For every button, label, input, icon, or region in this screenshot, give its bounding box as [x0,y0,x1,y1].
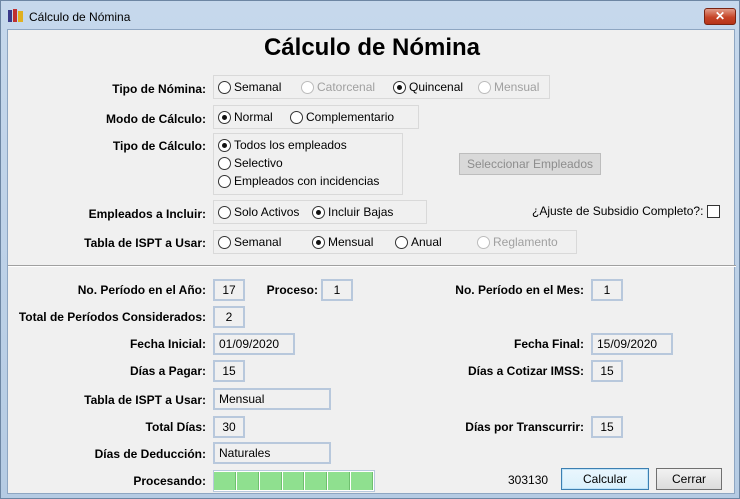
form-body: Cálculo de Nómina Tipo de Nómina: Semana… [7,29,736,494]
fecha-inicial-field[interactable]: 01/09/2020 [213,333,295,355]
ispt-mensual-radio[interactable]: Mensual [312,235,373,249]
ispt-reglamento-radio[interactable]: Reglamento [477,235,558,249]
dias-deduccion-field[interactable]: Naturales [213,442,331,464]
periodo-mes-label: No. Período en el Mes: [455,283,584,297]
app-icon [8,9,23,22]
fecha-final-field[interactable]: 15/09/2020 [591,333,673,355]
tipo-calculo-label: Tipo de Cálculo: [112,139,206,153]
tipo-calculo-group: Todos los empleados Selectivo Empleados … [213,133,403,195]
dias-pagar-field[interactable]: 15 [213,360,245,382]
progress-bar [213,470,375,492]
radio-icon [301,80,314,94]
close-window-button[interactable]: ✕ [704,8,736,25]
radio-icon [218,235,231,249]
tipo-nomina-label: Tipo de Nómina: [112,82,206,96]
radio-checked-icon [218,138,231,152]
calcular-button[interactable]: Calcular [561,468,649,490]
tipo-selectivo-radio[interactable]: Selectivo [218,156,283,170]
solo-activos-radio[interactable]: Solo Activos [218,205,299,219]
progress-segment [236,472,259,490]
periodo-anio-label: No. Período en el Año: [77,283,206,297]
total-periodos-field[interactable]: 2 [213,306,245,328]
dias-transcurrir-field[interactable]: 15 [591,416,623,438]
modo-normal-radio[interactable]: Normal [218,110,273,124]
tabla-ispt-usar-label: Tabla de ISPT a Usar: [84,393,206,407]
radio-icon [290,110,303,124]
tipo-nomina-catorcenal-radio[interactable]: Catorcenal [301,80,375,94]
radio-icon [218,205,231,219]
radio-checked-icon [312,205,325,219]
radio-checked-icon [312,235,325,249]
periodo-anio-field[interactable]: 17 [213,279,245,301]
seleccionar-empleados-button[interactable]: Seleccionar Empleados [459,153,601,175]
progress-segment [328,472,351,490]
modo-complementario-radio[interactable]: Complementario [290,110,394,124]
tabla-ispt-usar-field[interactable]: Mensual [213,388,331,410]
dias-pagar-label: Días a Pagar: [129,364,206,378]
page-title: Cálculo de Nómina [263,34,481,61]
radio-icon [218,174,231,188]
tipo-nomina-quincenal-radio[interactable]: Quincenal [393,80,463,94]
empleados-incluir-label: Empleados a Incluir: [88,207,206,221]
tipo-nomina-semanal-radio[interactable]: Semanal [218,80,281,94]
modo-calculo-group: Normal Complementario [213,105,419,129]
progress-segment [282,472,305,490]
tipo-incidencias-radio[interactable]: Empleados con incidencias [218,174,379,188]
proceso-field[interactable]: 1 [321,279,353,301]
empleados-incluir-group: Solo Activos Incluir Bajas [213,200,427,224]
radio-icon [218,156,231,170]
total-dias-field[interactable]: 30 [213,416,245,438]
radio-icon [395,235,408,249]
cerrar-button[interactable]: Cerrar [656,468,722,490]
tipo-nomina-group: Semanal Catorcenal Quincenal Mensual [213,75,550,99]
procesando-label: Procesando: [133,474,206,488]
radio-icon [478,80,491,94]
ispt-semanal-radio[interactable]: Semanal [218,235,281,249]
dias-imss-field[interactable]: 15 [591,360,623,382]
incluir-bajas-radio[interactable]: Incluir Bajas [312,205,393,219]
total-periodos-label: Total de Períodos Considerados: [18,310,206,324]
tipo-nomina-mensual-radio[interactable]: Mensual [478,80,539,94]
process-counter: 303130 [508,473,549,487]
ajuste-subsidio-checkbox[interactable]: ¿Ajuste de Subsidio Completo?: [532,204,721,218]
tabla-ispt-group: Semanal Mensual Anual Reglamento [213,230,577,254]
ispt-anual-radio[interactable]: Anual [395,235,442,249]
radio-icon [477,235,490,249]
dias-deduccion-label: Días de Deducción: [94,447,206,461]
radio-checked-icon [393,80,406,94]
section-divider [8,265,736,267]
dias-imss-label: Días a Cotizar IMSS: [467,364,584,378]
proceso-label: Proceso: [266,283,318,297]
periodo-mes-field[interactable]: 1 [591,279,623,301]
window-title: Cálculo de Nómina [29,10,131,24]
progress-segment [351,472,374,490]
checkbox-icon [707,204,721,218]
tabla-ispt-label: Tabla de ISPT a Usar: [84,236,206,250]
radio-checked-icon [218,110,231,124]
progress-segment [214,472,236,490]
total-dias-label: Total Días: [145,420,206,434]
radio-icon [218,80,231,94]
tipo-todos-radio[interactable]: Todos los empleados [218,138,347,152]
fecha-final-label: Fecha Final: [513,337,584,351]
progress-segment [259,472,282,490]
modo-calculo-label: Modo de Cálculo: [106,112,206,126]
dias-transcurrir-label: Días por Transcurrir: [465,420,584,434]
main-window: Cálculo de Nómina ✕ Cálculo de Nómina Ti… [0,0,740,499]
title-bar: Cálculo de Nómina ✕ [1,1,739,29]
progress-segment [305,472,328,490]
fecha-inicial-label: Fecha Inicial: [129,337,206,351]
